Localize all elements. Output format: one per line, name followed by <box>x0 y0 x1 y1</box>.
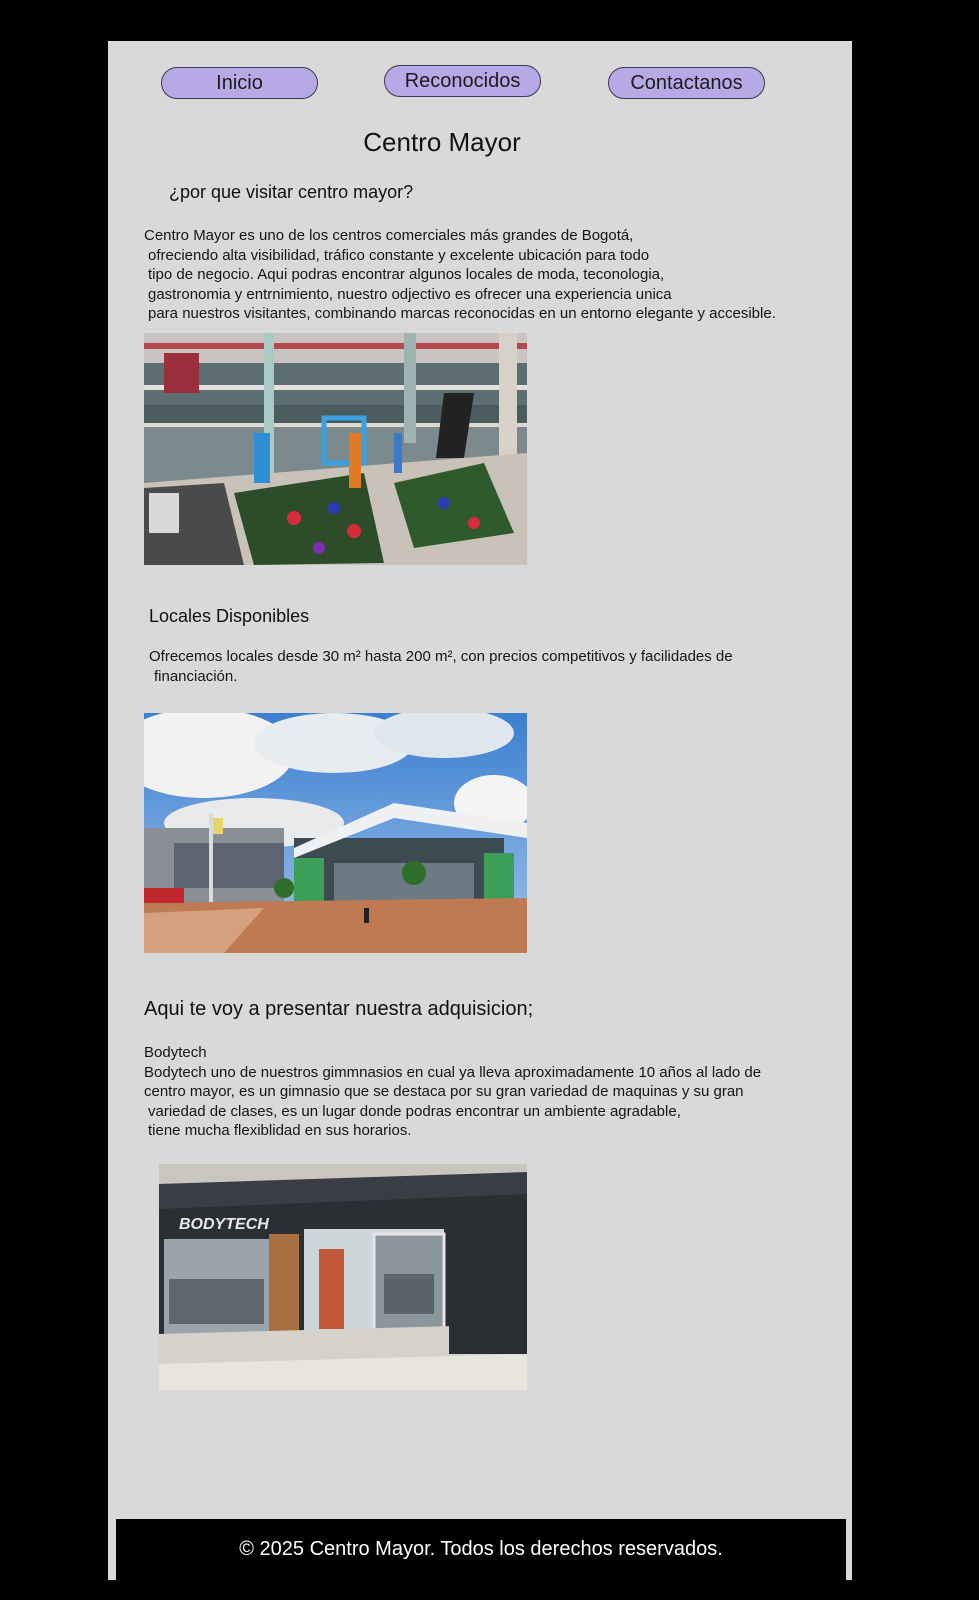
intro-line: Centro Mayor es uno de los centros comer… <box>144 227 634 244</box>
footer: © 2025 Centro Mayor. Todos los derechos … <box>116 1519 846 1580</box>
page-title: Centro Mayor <box>363 127 521 157</box>
nav-contactanos-button[interactable]: Contactanos <box>608 67 765 99</box>
bodytech-line: variedad de clases, es un lugar donde po… <box>148 1102 681 1120</box>
bodytech-line: tiene mucha flexiblidad en sus horarios. <box>148 1122 412 1140</box>
nav-reconocidos-button[interactable]: Reconocidos <box>384 65 541 97</box>
intro-line: ofreciendo alta visibilidad, tráfico con… <box>148 246 650 264</box>
bodytech-sign: BODYTECH <box>179 1216 269 1233</box>
intro-line: gastronomia y entrnimiento, nuestro odje… <box>148 285 672 303</box>
locales-line: Ofrecemos locales desde 30 m² hasta 200 … <box>149 648 733 665</box>
intro-line: tipo de negocio. Aqui podras encontrar a… <box>148 266 665 284</box>
bodytech-line: Bodytech uno de nuestros gimmnasios en c… <box>144 1063 762 1081</box>
bodytech-paragraph: Bodytech Bodytech uno de nuestros gimmna… <box>144 1043 761 1141</box>
mall-interior-photo <box>144 333 527 565</box>
mall-exterior-photo <box>144 713 527 953</box>
locales-line: financiación. <box>154 667 238 685</box>
footer-copyright: © 2025 Centro Mayor. Todos los derechos … <box>239 1538 723 1560</box>
intro-paragraph: Centro Mayor es uno de los centros comer… <box>144 226 776 324</box>
intro-line: para nuestros visitantes, combinando mar… <box>148 305 776 323</box>
bodytech-line: centro mayor, es un gimnasio que se dest… <box>144 1083 744 1101</box>
page-container: Inicio Reconocidos Contactanos Centro Ma… <box>108 41 852 1580</box>
intro-question: ¿por que visitar centro mayor? <box>169 182 414 202</box>
bodytech-store-photo: BODYTECH <box>159 1164 527 1390</box>
bodytech-line: Bodytech <box>144 1044 207 1061</box>
locales-paragraph: Ofrecemos locales desde 30 m² hasta 200 … <box>149 647 733 686</box>
adquisicion-title: Aqui te voy a presentar nuestra adquisic… <box>144 998 534 1020</box>
nav-inicio-button[interactable]: Inicio <box>161 67 318 99</box>
locales-title: Locales Disponibles <box>149 606 310 626</box>
